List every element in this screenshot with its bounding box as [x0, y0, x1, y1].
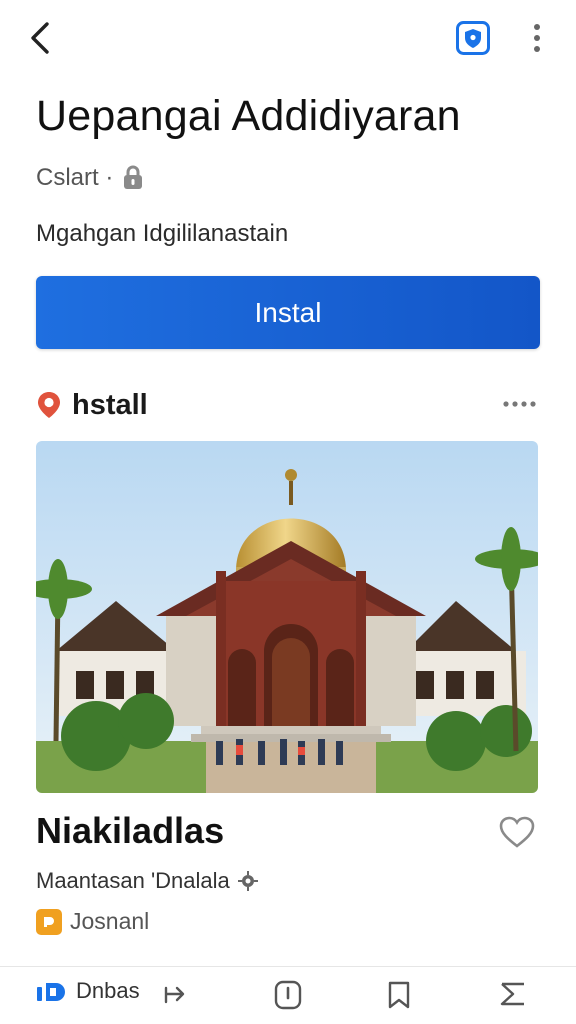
- install-button[interactable]: Instal: [36, 276, 540, 349]
- more-horizontal-icon: [503, 401, 536, 407]
- app-description: Mgahgan Idgililanastain: [36, 220, 289, 247]
- section-more-button[interactable]: [502, 396, 536, 414]
- app-title: Uepangai Addidiyaran: [36, 92, 461, 140]
- app-category: Cslart ·: [36, 164, 114, 191]
- item-subtitle: Maantasan 'Dnalala: [36, 868, 230, 893]
- nav-sigma-button[interactable]: [498, 980, 528, 1013]
- shield-icon: [456, 21, 490, 55]
- nav-home-label: Dnbas: [76, 978, 140, 1003]
- item-subtitle-row: Maantasan 'Dnalala: [36, 868, 258, 894]
- nav-home[interactable]: Dnbas: [36, 978, 140, 1004]
- location-pin-icon: [38, 392, 60, 418]
- back-button[interactable]: [22, 20, 58, 56]
- gear-icon: [237, 871, 258, 891]
- item-developer[interactable]: Josnanl: [70, 908, 149, 935]
- app-category-row: Cslart ·: [36, 164, 145, 192]
- alert-icon: [274, 980, 302, 1010]
- lock-icon: [124, 165, 143, 189]
- share-icon: [164, 986, 185, 1004]
- mosque-illustration: [36, 441, 538, 793]
- section-header: hstall: [36, 385, 540, 425]
- nav-share-button[interactable]: [162, 980, 190, 1013]
- nav-alert-button[interactable]: [274, 980, 302, 1015]
- section-title: hstall: [72, 388, 148, 421]
- more-options-button[interactable]: [524, 20, 550, 56]
- shield-button[interactable]: [455, 20, 491, 56]
- app-icon: [36, 908, 62, 935]
- nav-bookmark-button[interactable]: [386, 980, 412, 1015]
- featured-image[interactable]: [36, 441, 538, 793]
- bottom-navigation: Dnbas: [0, 968, 576, 1024]
- bookmark-icon: [388, 981, 410, 1009]
- item-developer-row: Josnanl: [36, 908, 149, 935]
- home-logo-icon: [37, 983, 65, 1001]
- bottom-divider: [0, 966, 576, 967]
- sigma-icon: [500, 982, 524, 1006]
- item-title: Niakiladlas: [36, 810, 225, 851]
- more-vertical-icon: [534, 24, 540, 52]
- favorite-button[interactable]: [496, 812, 538, 852]
- heart-icon: [499, 816, 535, 848]
- chevron-left-icon: [31, 22, 49, 54]
